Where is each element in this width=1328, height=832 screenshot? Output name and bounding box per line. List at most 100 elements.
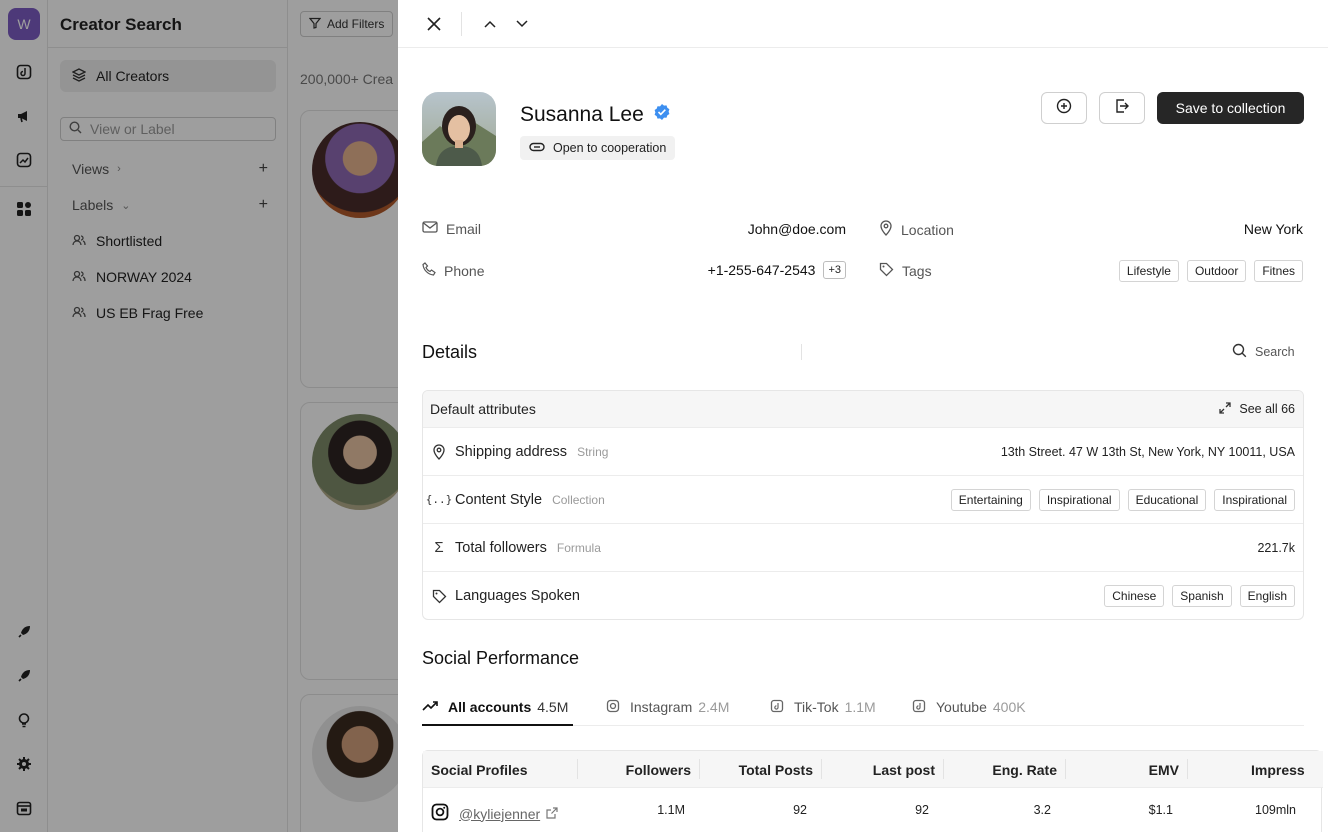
attribute-name: Shipping address	[455, 443, 568, 460]
location-pin-icon	[879, 220, 893, 239]
social-performance-title: Social Performance	[422, 648, 580, 668]
language-chip[interactable]: Chinese	[1104, 585, 1165, 607]
tags-list: Lifestyle Outdoor Fitnes	[1118, 260, 1303, 282]
content-style-chip[interactable]: Inspirational	[1038, 488, 1120, 511]
phone-value[interactable]: +1-255-647-2543	[708, 262, 816, 278]
tab-count: 400K	[992, 699, 1026, 715]
attribute-chips: Entertaining Inspirational Educational I…	[950, 488, 1295, 511]
external-link-icon[interactable]	[546, 806, 558, 822]
tag-chip[interactable]: Fitnes	[1254, 260, 1303, 282]
eng-rate-cell: 3.2	[1033, 803, 1051, 817]
export-button[interactable]	[1099, 92, 1145, 124]
social-profiles-table: Social Profiles Followers Total Posts La…	[422, 750, 1323, 832]
details-divider	[801, 344, 802, 360]
expand-icon	[1219, 401, 1232, 417]
mail-icon	[422, 220, 438, 237]
phone-label: Phone	[444, 262, 485, 279]
column-divider	[1187, 759, 1188, 779]
see-all-button[interactable]: See all 66	[1219, 401, 1295, 417]
social-handle-cell[interactable]: @kyliejenner	[431, 803, 558, 824]
more-phones-badge[interactable]: +3	[823, 261, 846, 279]
see-all-label: See all 66	[1239, 402, 1295, 416]
column-divider	[577, 759, 578, 779]
language-chip[interactable]: Spanish	[1172, 585, 1232, 607]
cooperation-status-badge: Open to cooperation	[520, 136, 676, 160]
creator-detail-drawer: Susanna Lee Open to cooperation Save to …	[398, 0, 1328, 832]
column-header[interactable]: Followers	[579, 751, 691, 788]
profile-name-row: Susanna Lee	[520, 103, 671, 127]
column-divider	[1065, 759, 1066, 779]
toolbar-divider	[461, 12, 462, 36]
chevron-down-icon[interactable]	[514, 16, 530, 32]
link-icon	[529, 141, 545, 155]
tab-count: 2.4M	[698, 699, 730, 715]
tag-chip[interactable]: Outdoor	[1186, 260, 1247, 282]
column-header[interactable]: Last post	[823, 751, 935, 788]
chevron-up-icon[interactable]	[482, 16, 498, 32]
close-icon[interactable]	[424, 16, 444, 32]
column-header[interactable]: Impress	[1251, 751, 1328, 788]
drawer-toolbar	[398, 0, 1328, 48]
youtube-icon	[912, 699, 926, 716]
plus-circle-icon	[1056, 98, 1072, 119]
column-header[interactable]: Eng. Rate	[945, 751, 1057, 788]
export-icon	[1114, 98, 1130, 119]
total-posts-cell: 92	[793, 803, 807, 817]
details-title: Details	[422, 342, 478, 362]
trend-icon	[422, 699, 438, 715]
tag-chip[interactable]: Lifestyle	[1118, 260, 1179, 282]
content-style-chip[interactable]: Entertaining	[950, 488, 1031, 511]
tab-tiktok[interactable]: Tik-Tok 1.1M	[770, 689, 876, 726]
tiktok-icon	[770, 699, 784, 716]
attribute-row[interactable]: {..} Content Style Collection Entertaini…	[423, 476, 1303, 524]
language-chip[interactable]: English	[1239, 585, 1295, 607]
content-style-chip[interactable]: Educational	[1127, 488, 1207, 511]
email-label: Email	[446, 220, 482, 237]
profile-name: Susanna Lee	[520, 103, 644, 126]
content-style-chip[interactable]: Inspirational	[1214, 488, 1295, 511]
last-post-cell: 92	[915, 803, 929, 817]
tab-label: Youtube	[936, 699, 987, 715]
status-text: Open to cooperation	[553, 141, 667, 155]
attribute-type: Formula	[556, 540, 601, 555]
column-header[interactable]: EMV	[1067, 751, 1179, 788]
tag-icon	[879, 262, 894, 280]
attributes-title: Default attributes	[430, 401, 536, 417]
tab-label: Instagram	[630, 699, 693, 715]
default-attributes-table: Default attributes See all 66 Shipping a…	[422, 390, 1304, 620]
profile-avatar	[422, 92, 496, 166]
column-divider	[821, 759, 822, 779]
braces-icon: {..}	[425, 493, 453, 506]
attribute-name: Total followers	[455, 539, 547, 556]
email-label-row: Email	[422, 220, 481, 237]
tags-label: Tags	[902, 263, 932, 279]
phone-label-row: Phone	[422, 262, 484, 279]
attribute-chips: Chinese Spanish English	[1104, 585, 1295, 607]
tab-instagram[interactable]: Instagram 2.4M	[606, 689, 729, 726]
attribute-name: Content Style	[455, 491, 543, 508]
emv-cell: $1.1	[1148, 803, 1173, 817]
details-search-button[interactable]: Search	[1232, 343, 1295, 361]
tab-count: 1.1M	[844, 699, 876, 715]
social-handle[interactable]: @kyliejenner	[459, 806, 540, 822]
search-icon	[1232, 343, 1247, 361]
attribute-row[interactable]: Languages Spoken Chinese Spanish English	[423, 572, 1303, 619]
column-header[interactable]: Social Profiles	[431, 751, 571, 788]
column-header[interactable]: Total Posts	[701, 751, 813, 788]
add-button[interactable]	[1041, 92, 1087, 124]
details-search-label: Search	[1255, 345, 1295, 359]
save-to-collection-button[interactable]: Save to collection	[1157, 92, 1304, 124]
tab-youtube[interactable]: Youtube 400K	[912, 689, 1026, 726]
tab-count: 4.5M	[537, 699, 569, 715]
attribute-row[interactable]: Σ Total followers Formula 221.7k	[423, 524, 1303, 572]
social-tabs: All accounts 4.5M Instagram 2.4M Tik-Tok…	[422, 689, 1304, 726]
location-label-row: Location	[879, 220, 954, 239]
tab-all-accounts[interactable]: All accounts 4.5M	[422, 689, 573, 726]
instagram-icon	[431, 803, 449, 824]
attribute-value: 221.7k	[1257, 540, 1295, 555]
attribute-row[interactable]: Shipping address String 13th Street. 47 …	[423, 428, 1303, 476]
tab-label: Tik-Tok	[794, 699, 839, 715]
email-value[interactable]: John@doe.com	[748, 221, 846, 237]
followers-cell: 1.1M	[657, 803, 685, 817]
tags-label-row: Tags	[879, 262, 932, 280]
